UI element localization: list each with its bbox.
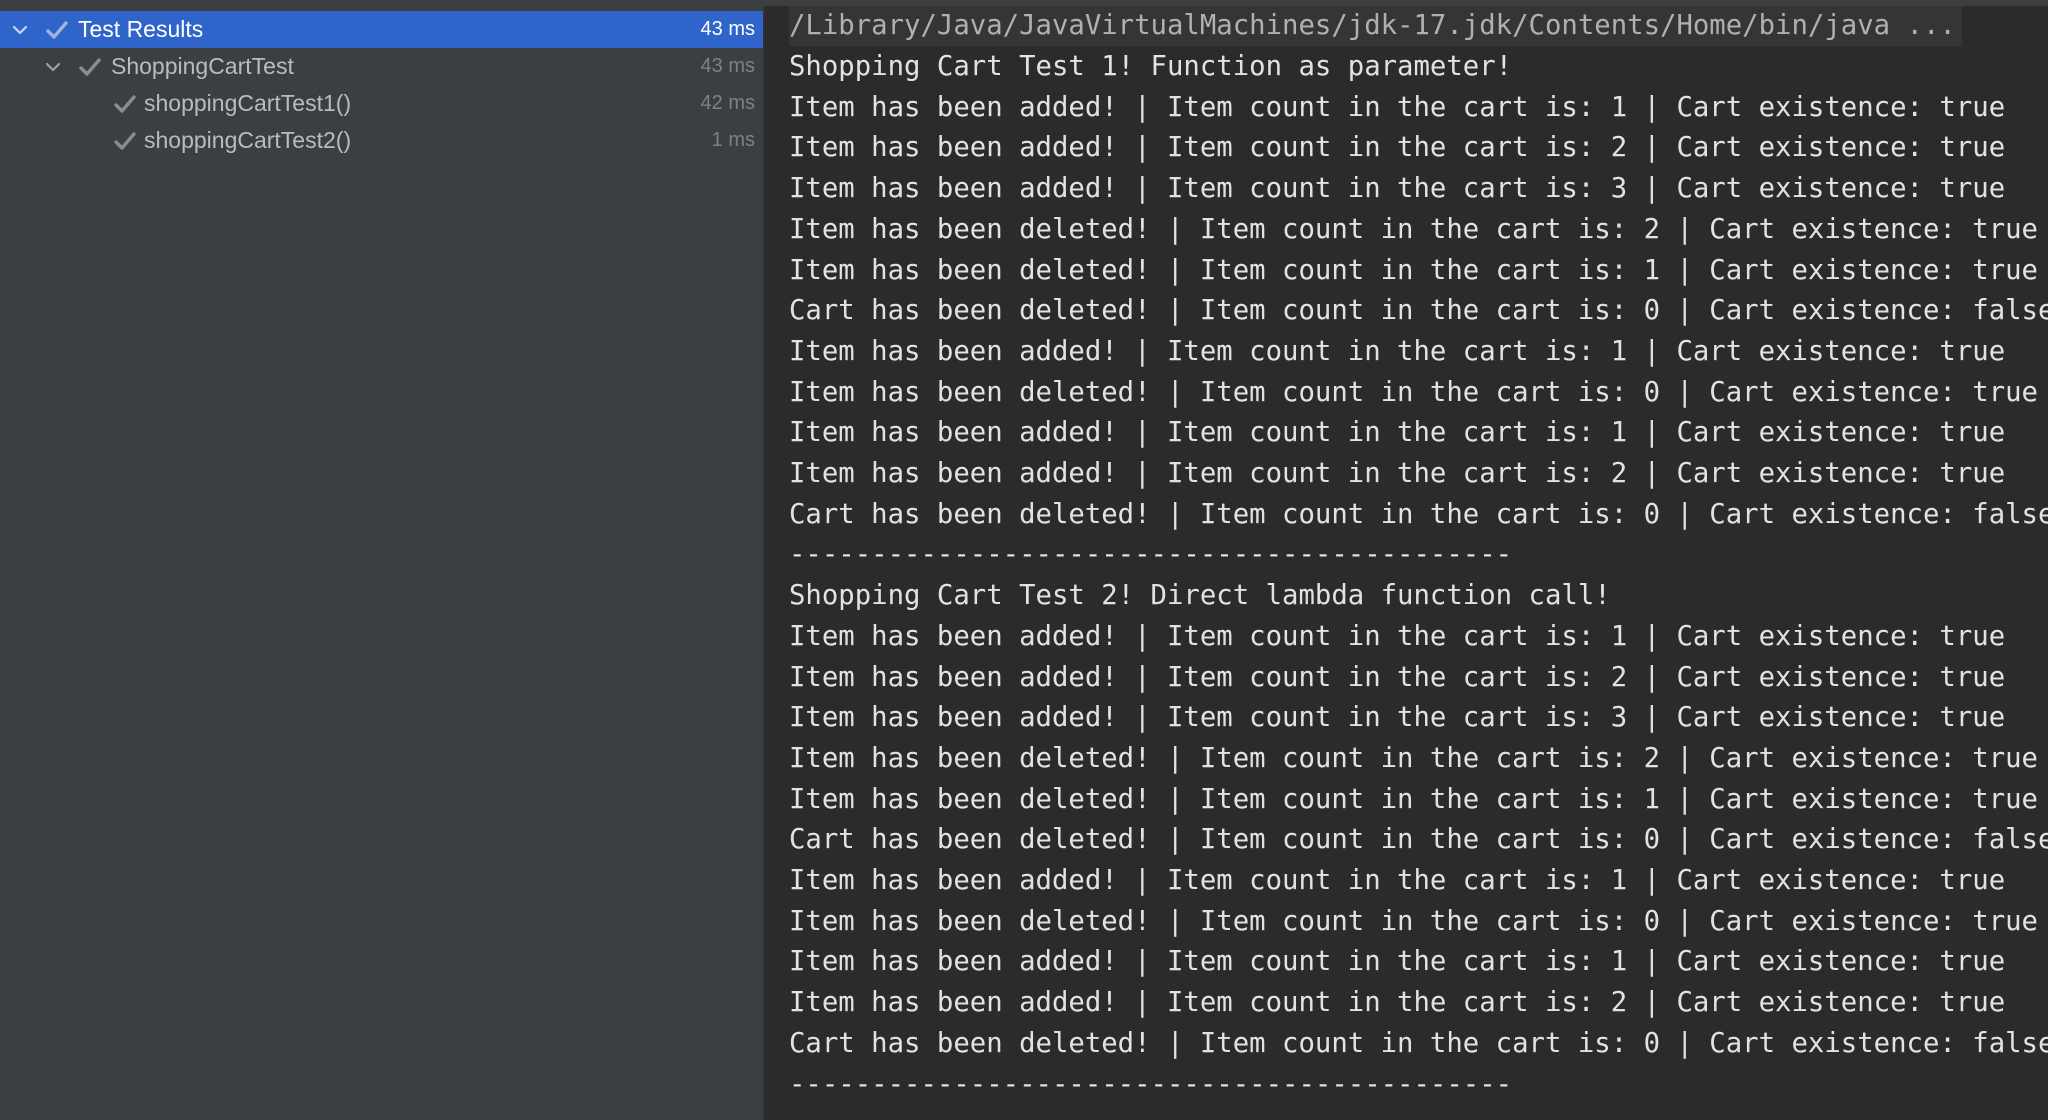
tree-label: shoppingCartTest2(): [144, 127, 352, 153]
tree-label: ShoppingCartTest: [111, 53, 294, 79]
test-duration: 42 ms: [700, 92, 755, 114]
console-line: Item has been deleted! | Item count in t…: [789, 376, 2038, 408]
chevron-down-icon[interactable]: [8, 11, 32, 48]
test-results-tree: Test Results 43 ms ShoppingCartTest 43 m…: [0, 6, 763, 1120]
console-line: Item has been deleted! | Item count in t…: [789, 254, 2038, 286]
console-line: Item has been added! | Item count in the…: [789, 702, 2006, 734]
chevron-down-icon[interactable]: [41, 48, 65, 85]
check-icon: [77, 48, 103, 85]
console-line: Item has been added! | Item count in the…: [789, 91, 2006, 123]
console-line: Cart has been deleted! | Item count in t…: [789, 1027, 2048, 1059]
console-line: Cart has been deleted! | Item count in t…: [789, 295, 2048, 327]
console-line: Item has been added! | Item count in the…: [789, 987, 2006, 1019]
console-line: Item has been added! | Item count in the…: [789, 865, 2006, 896]
test-runner-window: Test Results 43 ms ShoppingCartTest 43 m…: [0, 0, 2048, 1120]
console-line: Shopping Cart Test 2! Direct lambda func…: [789, 580, 1611, 612]
console-line: Item has been deleted! | Item count in t…: [789, 213, 2038, 245]
console-output[interactable]: /Library/Java/JavaVirtualMachines/jdk-17…: [765, 6, 2048, 1120]
console-line: Shopping Cart Test 1! Function as parame…: [789, 51, 1513, 82]
console-line: Item has been deleted! | Item count in t…: [789, 783, 2038, 815]
console-line: Item has been deleted! | Item count in t…: [789, 742, 2038, 774]
console-line: Item has been added! | Item count in the…: [789, 946, 2006, 978]
console-line: Item has been deleted! | Item count in t…: [789, 905, 2038, 937]
console-line: Item has been added! | Item count in the…: [789, 417, 2006, 449]
console-line: Cart has been deleted! | Item count in t…: [789, 824, 2048, 856]
console-line: Item has been added! | Item count in the…: [789, 132, 2006, 164]
console-line: Item has been added! | Item count in the…: [789, 661, 2006, 693]
test-duration: 43 ms: [700, 55, 755, 77]
console-line: Cart has been deleted! | Item count in t…: [789, 498, 2048, 530]
check-icon: [44, 11, 70, 48]
check-icon: [112, 122, 138, 159]
test-duration: 1 ms: [711, 129, 755, 151]
tree-label: Test Results: [78, 16, 204, 42]
console-line: ----------------------------------------…: [789, 1068, 1513, 1100]
console-line: ----------------------------------------…: [789, 539, 1513, 571]
console-line: Item has been added! | Item count in the…: [789, 458, 2006, 489]
console-command-line[interactable]: /Library/Java/JavaVirtualMachines/jdk-17…: [789, 6, 1962, 46]
tree-label: shoppingCartTest1(): [144, 90, 352, 116]
tree-row-shopping-cart-test2[interactable]: shoppingCartTest2() 1 ms: [0, 122, 763, 159]
console-line: Item has been added! | Item count in the…: [789, 620, 2006, 652]
check-icon: [112, 85, 138, 122]
tree-row-test-results[interactable]: Test Results 43 ms: [0, 11, 763, 48]
console-line: Item has been added! | Item count in the…: [789, 335, 2006, 367]
tree-row-shopping-cart-test1[interactable]: shoppingCartTest1() 42 ms: [0, 85, 763, 122]
console-line: Item has been added! | Item count in the…: [789, 173, 2006, 205]
tree-row-shopping-cart-test[interactable]: ShoppingCartTest 43 ms: [0, 48, 763, 85]
test-duration: 43 ms: [700, 18, 755, 40]
